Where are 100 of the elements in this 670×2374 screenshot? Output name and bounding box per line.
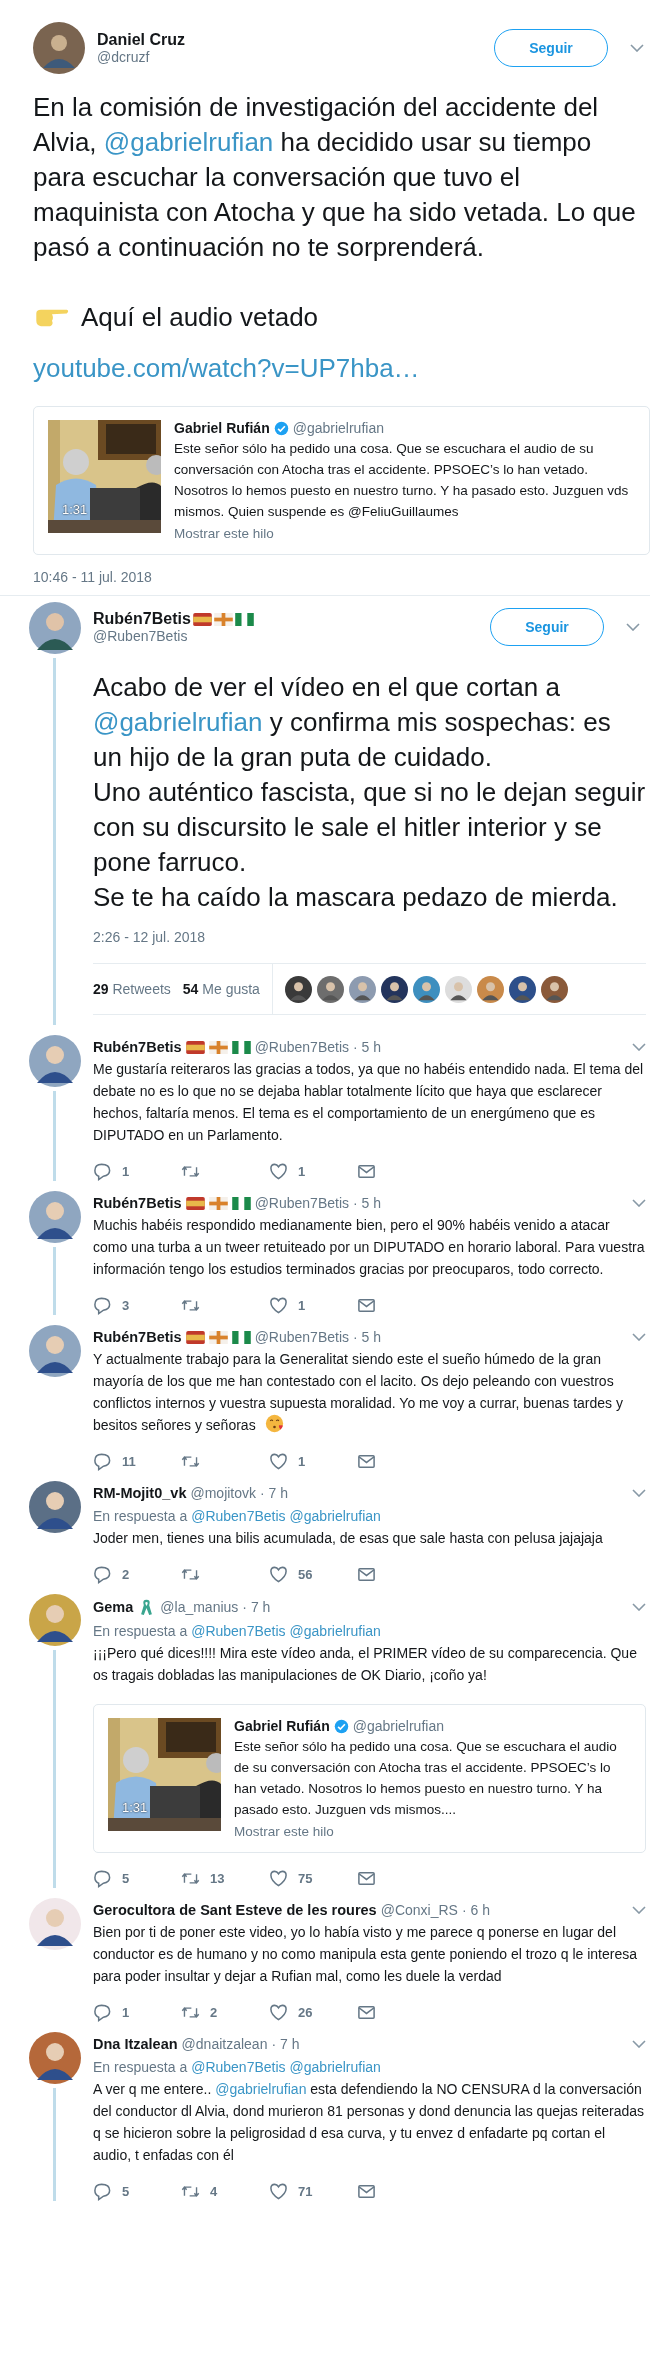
author-name: Daniel Cruz [97, 31, 186, 49]
retweet-button[interactable]: 4 [181, 2182, 269, 2201]
flag-icon [185, 1040, 205, 1054]
reply-button[interactable]: 1 [93, 1162, 181, 1181]
retweet-button[interactable]: 2 [181, 2003, 269, 2022]
reply-icon [93, 1565, 112, 1584]
in-reply-to-label: En respuesta a [93, 1623, 188, 1639]
author-handle: @la_manius [160, 1599, 239, 1615]
mention-link[interactable]: @gabrielrufian [289, 1623, 381, 1639]
reply-icon [93, 2003, 112, 2022]
avatar[interactable] [316, 975, 344, 1003]
author-name: Gerocultora de Sant Esteve de les roures [93, 1902, 377, 1918]
avatar[interactable] [380, 975, 408, 1003]
video-duration: 1:31 [122, 1800, 148, 1815]
reply-button[interactable]: 3 [93, 1296, 181, 1315]
avatar[interactable] [476, 975, 504, 1003]
mention-link[interactable]: @gabrielrufian [103, 127, 274, 157]
avatar [29, 1325, 81, 1377]
likes-link[interactable]: 54 Me gusta [182, 981, 260, 997]
flag-icon [185, 1196, 205, 1210]
mention-link[interactable]: @gabrielrufian [289, 2059, 381, 2075]
like-button[interactable]: 1 [269, 1162, 357, 1181]
avatar[interactable] [348, 975, 376, 1003]
show-thread-link[interactable]: Mostrar este hilo [234, 1824, 631, 1839]
quoted-tweet-card[interactable] [93, 1704, 646, 1853]
reply-text: Joder men, tienes una bilis acumulada, de esas que sale hasta con pelusa jajajaja [93, 1530, 603, 1546]
like-button[interactable]: 1 [269, 1452, 357, 1471]
follow-button[interactable]: Seguir [490, 608, 604, 646]
heart-icon [269, 1869, 288, 1888]
retweet-button[interactable]: 13 [181, 1869, 269, 1888]
chevron-down-icon[interactable] [626, 623, 640, 631]
author-name: Gema [93, 1599, 134, 1615]
flag-icon [234, 612, 254, 626]
in-reply-to-label: En respuesta a [93, 1508, 188, 1524]
like-button[interactable]: 71 [269, 2182, 357, 2201]
avatar[interactable] [412, 975, 440, 1003]
video-link[interactable]: youtube.com/watch?v=UP7hba… [33, 351, 420, 386]
mention-link[interactable]: @gabrielrufian [93, 707, 263, 737]
chevron-down-icon[interactable] [632, 1199, 646, 1207]
quoted-author-handle: @gabrielrufian [352, 1718, 444, 1734]
heart-icon [269, 1565, 288, 1584]
reply-text: Muchis habéis respondido medianamente bien, pero el 90% habéis venido a atacar como una turba a un tweer retuiteado por un DIPUTADO en horario laboral. Para vuestra información tengo los estudios terminados gracias por preocuparos, todo correcto. [93, 1217, 645, 1277]
reply-icon [93, 1296, 112, 1315]
mention-link[interactable]: @gabrielrufian [289, 1508, 381, 1524]
reply-time: · 5 h [353, 1195, 382, 1211]
mail-icon [357, 2003, 376, 2022]
like-button[interactable]: 26 [269, 2003, 357, 2022]
chevron-down-icon[interactable] [632, 1043, 646, 1051]
quoted-tweet-text: Este señor sólo ha pedido una cosa. Que se escuchara el audio de su conversación con Atocha tras el accidente. PPSOEC’s lo han vetado. Nosotros lo hemos puesto en nuestro turno. Y ha pasado esto. Juzguen vds mismos. Quien suspende es @FeliuGuillaumes [174, 440, 630, 521]
retweets-link[interactable]: 29 Retweets [93, 981, 171, 997]
mention-link[interactable]: @Ruben7Betis [191, 1508, 286, 1524]
mention-link[interactable]: @Ruben7Betis [191, 1623, 286, 1639]
avatar[interactable] [444, 975, 472, 1003]
tweet-timestamp: 10:46 - 11 jul. 2018 [33, 569, 152, 585]
mention-link[interactable]: @gabrielrufian [215, 2081, 307, 2097]
author-name: Rubén7Betis [93, 1039, 182, 1055]
author-handle: @Ruben7Betis [254, 1039, 350, 1055]
avatar [29, 1898, 81, 1950]
flag-icon [231, 1330, 251, 1344]
avatar [33, 22, 85, 74]
avatar [29, 602, 81, 654]
avatar[interactable] [284, 975, 312, 1003]
avatar [29, 1481, 81, 1533]
chevron-down-icon[interactable] [632, 1333, 646, 1341]
chevron-down-icon[interactable] [632, 1489, 646, 1497]
author-handle: @Ruben7Betis [254, 1195, 350, 1211]
avatar[interactable] [508, 975, 536, 1003]
reply-text: Y actualmente trabajo para la Generalitat siendo este el sueño húmedo de la gran mayoría de los que me han contestado con el lacito. Os dejo peleando con vuestros conflictos internos y vuestra supuesta moralidad. Yo me voy a currar, buenas tardes y besitos señores y señoras [93, 1351, 623, 1433]
chevron-down-icon[interactable] [632, 1603, 646, 1611]
author-handle: @Conxi_RS [380, 1902, 458, 1918]
show-thread-link[interactable]: Mostrar este hilo [174, 526, 635, 541]
quoted-author-handle: @gabrielrufian [292, 420, 384, 436]
chevron-down-icon[interactable] [632, 1906, 646, 1914]
mention-link[interactable]: @Ruben7Betis [191, 2059, 286, 2075]
heart-icon [269, 1296, 288, 1315]
mail-icon [357, 1452, 376, 1471]
heart-icon [269, 2003, 288, 2022]
reply-text: Bien por ti de poner este video, yo lo había visto y me parece q ponerse en lugar del conductor es de humano y no como manipula esta gente poniendo el trozo q le interesa para poder insultar y dejar a Rufian mal, como les duele la verdad [93, 1924, 638, 1984]
chevron-down-icon[interactable] [632, 2040, 646, 2048]
quoted-author-name: Gabriel Rufián [174, 420, 270, 436]
reply-time: · 5 h [353, 1039, 382, 1055]
tweet-text: Acabo de ver el vídeo en el que cortan a @gabrielrufian y confirma mis sospechas: es un hijo de la gran puta de cuidado. Uno auténtico fascista, que si no le dejan seguir con su discursito le sale el hitler interior y se pone farruco. Se te ha caído la mascara pedazo de mierda. [93, 671, 646, 914]
mail-icon [357, 1162, 376, 1181]
avatar[interactable] [540, 975, 568, 1003]
avatar [29, 1594, 81, 1646]
tweet-text: En la comisión de investigación del accidente del Alvia, @gabrielrufian ha decidido usar su tiempo para escuchar la conversación que tuvo el maquinista con Atocha y que ha sido vetada. Lo que pasó a continuación no te sorprenderá. [33, 91, 637, 264]
reply-button[interactable]: 5 [93, 2182, 181, 2201]
reply-button[interactable]: 5 [93, 1869, 181, 1888]
chevron-down-icon[interactable] [630, 44, 644, 52]
quoted-tweet-card[interactable] [33, 406, 650, 555]
like-button[interactable]: 75 [269, 1869, 357, 1888]
reply-button[interactable]: 11 [93, 1452, 181, 1471]
reply-icon [93, 2182, 112, 2201]
like-button[interactable]: 1 [269, 1296, 357, 1315]
author-name: RM-Mojit0_vk [93, 1485, 187, 1501]
follow-button[interactable]: Seguir [494, 29, 608, 67]
reply-button[interactable]: 1 [93, 2003, 181, 2022]
reply-button[interactable]: 2 [93, 1565, 181, 1584]
author-name: Rubén7Betis [93, 1329, 182, 1345]
like-button[interactable]: 56 [269, 1565, 357, 1584]
